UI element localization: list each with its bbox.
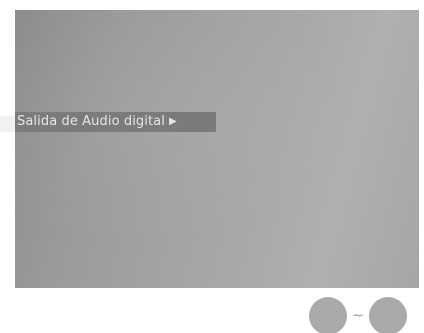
right-triangle-icon: ▶ bbox=[168, 116, 177, 127]
offscreen-highlight bbox=[0, 116, 15, 132]
round-button-icon[interactable] bbox=[309, 296, 347, 333]
round-button-icon[interactable] bbox=[368, 296, 407, 333]
button-range: ~ bbox=[309, 296, 407, 333]
tv-screen bbox=[15, 10, 419, 288]
menu-item-label: Salida de Audio digital bbox=[17, 114, 165, 129]
menu-item-digital-audio-out[interactable]: Salida de Audio digital ▶ bbox=[15, 112, 216, 132]
range-separator: ~ bbox=[352, 307, 364, 324]
manual-illustration: Salida de Audio digital ▶ ~ bbox=[0, 0, 424, 333]
